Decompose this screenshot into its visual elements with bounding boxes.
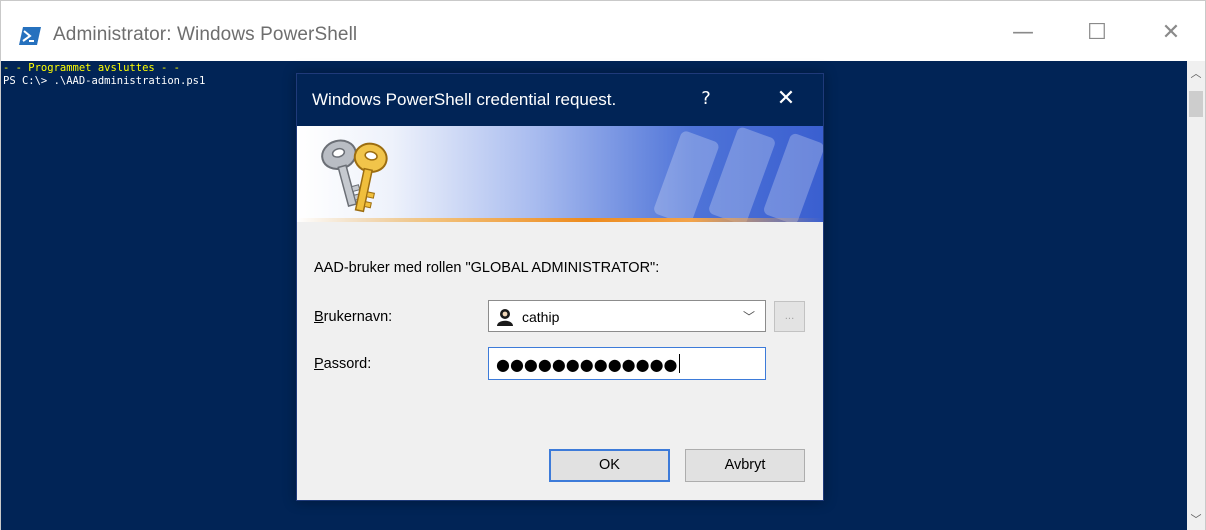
minimize-button[interactable]: — bbox=[1001, 13, 1045, 53]
vertical-scrollbar[interactable]: ︿ ﹀ bbox=[1187, 61, 1205, 530]
username-label-accelerator: B bbox=[314, 309, 324, 325]
chevron-down-icon[interactable]: ﹀ bbox=[739, 307, 759, 327]
banner-accent-line bbox=[297, 218, 823, 222]
password-label-text: assord: bbox=[323, 356, 372, 372]
username-label: Brukernavn: bbox=[314, 309, 392, 325]
credential-prompt: AAD-bruker med rollen "GLOBAL ADMINISTRA… bbox=[314, 260, 660, 276]
password-label: Passord: bbox=[314, 356, 371, 372]
scroll-thumb[interactable] bbox=[1189, 91, 1203, 117]
text-caret bbox=[678, 354, 680, 373]
dialog-title: Windows PowerShell credential request. bbox=[312, 90, 617, 109]
dialog-titlebar[interactable]: Windows PowerShell credential request. ?… bbox=[297, 74, 823, 126]
username-combobox[interactable]: cathip ﹀ bbox=[488, 300, 766, 332]
scroll-up-icon[interactable]: ︿ bbox=[1187, 65, 1205, 83]
password-label-accelerator: P bbox=[314, 356, 324, 372]
username-label-text: rukernavn: bbox=[323, 309, 393, 325]
username-value: cathip bbox=[522, 309, 560, 325]
powershell-icon bbox=[19, 27, 41, 45]
dialog-close-button[interactable]: ✕ bbox=[769, 84, 803, 114]
password-value: ●●●●●●●●●●●●● bbox=[496, 354, 680, 374]
password-field[interactable]: ●●●●●●●●●●●●● bbox=[488, 347, 766, 380]
keys-icon bbox=[321, 139, 388, 213]
scroll-down-icon[interactable]: ﹀ bbox=[1187, 511, 1205, 529]
close-button[interactable]: ✕ bbox=[1149, 13, 1193, 53]
keys-watermark-icon bbox=[654, 127, 823, 222]
cancel-button[interactable]: Avbryt bbox=[685, 449, 805, 482]
console-line: - - Programmet avsluttes - - bbox=[3, 62, 181, 74]
help-button[interactable]: ? bbox=[691, 84, 721, 114]
credential-dialog: Windows PowerShell credential request. ?… bbox=[296, 73, 824, 501]
window-title: Administrator: Windows PowerShell bbox=[53, 24, 358, 45]
browse-credentials-button[interactable]: ... bbox=[774, 301, 805, 332]
maximize-button[interactable]: ☐ bbox=[1075, 13, 1119, 53]
console-line: PS C:\> .\AAD-administration.ps1 bbox=[3, 75, 206, 87]
dialog-banner bbox=[297, 126, 823, 222]
ok-button[interactable]: OK bbox=[549, 449, 670, 482]
window-titlebar[interactable]: Administrator: Windows PowerShell — ☐ ✕ bbox=[1, 1, 1205, 61]
password-masked-text: ●●●●●●●●●●●●● bbox=[496, 355, 678, 374]
user-icon bbox=[497, 309, 513, 326]
